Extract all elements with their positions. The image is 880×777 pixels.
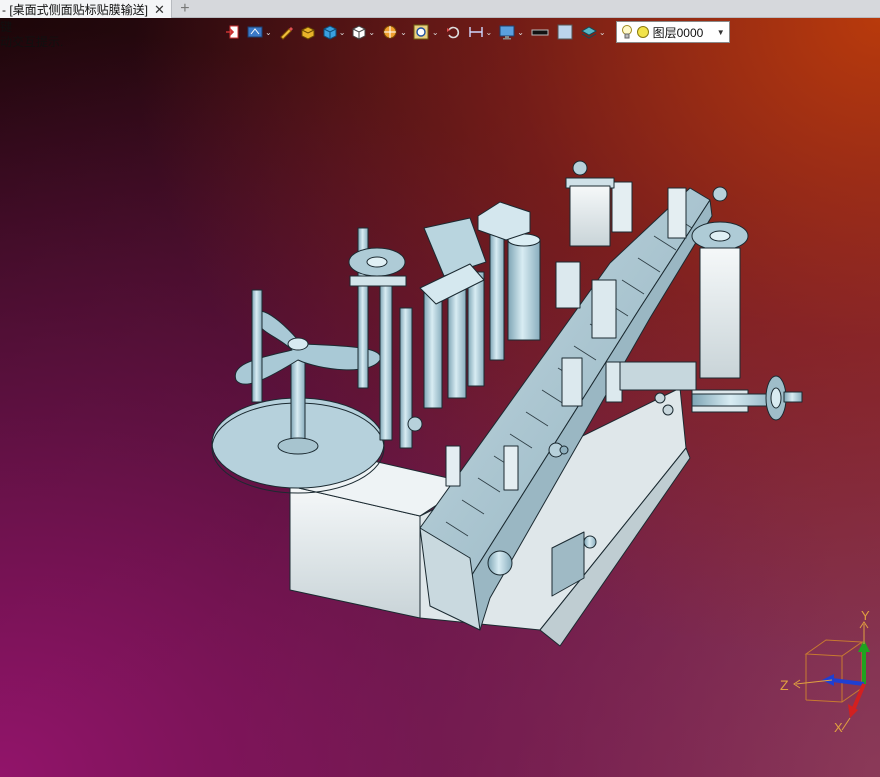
layer-select-value: 图层0000 xyxy=(652,25,704,40)
layer-select[interactable]: 图层0000 ▼ xyxy=(615,21,730,43)
render-mode-button[interactable]: ⌄ xyxy=(320,22,348,42)
axis-label-x: X xyxy=(834,720,843,734)
line-color-icon xyxy=(531,29,549,36)
adjust-screw xyxy=(691,393,779,407)
axis-label-y: Y xyxy=(861,608,870,623)
layer-color-icon xyxy=(636,26,649,38)
new-tab-button[interactable]: + xyxy=(172,0,198,17)
view-orientation-button[interactable]: ⌄ xyxy=(349,22,377,42)
section-view-icon xyxy=(383,25,397,39)
rotate-icon xyxy=(446,26,459,39)
display-settings-button[interactable]: ⌄ xyxy=(496,22,526,42)
sketch-button[interactable] xyxy=(276,22,296,42)
rotate-button[interactable] xyxy=(443,22,463,42)
solid-shaded-icon xyxy=(301,26,315,40)
fill-color-button[interactable] xyxy=(554,22,576,42)
close-icon[interactable]: ✕ xyxy=(154,3,165,16)
white-cube-icon xyxy=(352,25,366,40)
exit-icon xyxy=(226,25,239,39)
label-roll-1 xyxy=(423,287,443,409)
label-roll-2 xyxy=(507,239,541,341)
lightbulb-icon[interactable] xyxy=(621,24,633,40)
control-knob xyxy=(583,535,597,549)
display-settings-icon xyxy=(499,25,515,40)
layer-style-icon xyxy=(580,26,597,39)
axis-label-z: Z xyxy=(780,677,789,693)
measure-button[interactable]: ⌄ xyxy=(465,22,495,42)
section-view-button[interactable]: ⌄ xyxy=(379,22,409,42)
chevron-down-icon: ▼ xyxy=(716,27,725,37)
layer-style-button[interactable]: ⌄ xyxy=(578,22,608,42)
fill-color-icon xyxy=(557,24,573,40)
document-tab[interactable]: - [桌面式侧面贴标贴膜输送] ✕ xyxy=(0,0,172,18)
document-tab-title: - [桌面式侧面贴标贴膜输送] xyxy=(2,2,148,17)
zoom-button[interactable]: ⌄ xyxy=(411,22,441,42)
exit-button[interactable] xyxy=(222,22,242,42)
axis-triad: Y Z X xyxy=(780,608,870,734)
view-toolbar: ⌄ ⌄ ⌄ ⌄ ⌄ ⌄ ⌄ ⌄ 图层0000 ▼ xyxy=(222,21,730,43)
view-display-icon xyxy=(247,26,263,38)
document-tab-strip: - [桌面式侧面贴标贴膜输送] ✕ + xyxy=(0,0,880,18)
view-display-button[interactable]: ⌄ xyxy=(244,22,274,42)
label-roll-post-1 xyxy=(379,279,393,441)
shaded-button[interactable] xyxy=(298,22,318,42)
label-head-block xyxy=(423,217,487,277)
machine-model[interactable] xyxy=(0,18,880,777)
zoom-icon xyxy=(413,24,429,40)
3d-viewport[interactable]: 键 动交互提示. ⌄ ⌄ ⌄ ⌄ ⌄ ⌄ ⌄ ⌄ 图层0000 ▼ Y Z X xyxy=(0,18,880,777)
measure-icon xyxy=(468,27,483,37)
drive-pulley xyxy=(487,550,513,576)
line-color-button[interactable] xyxy=(528,22,552,42)
cube-render-icon xyxy=(323,25,337,40)
pencil-icon xyxy=(279,27,293,40)
